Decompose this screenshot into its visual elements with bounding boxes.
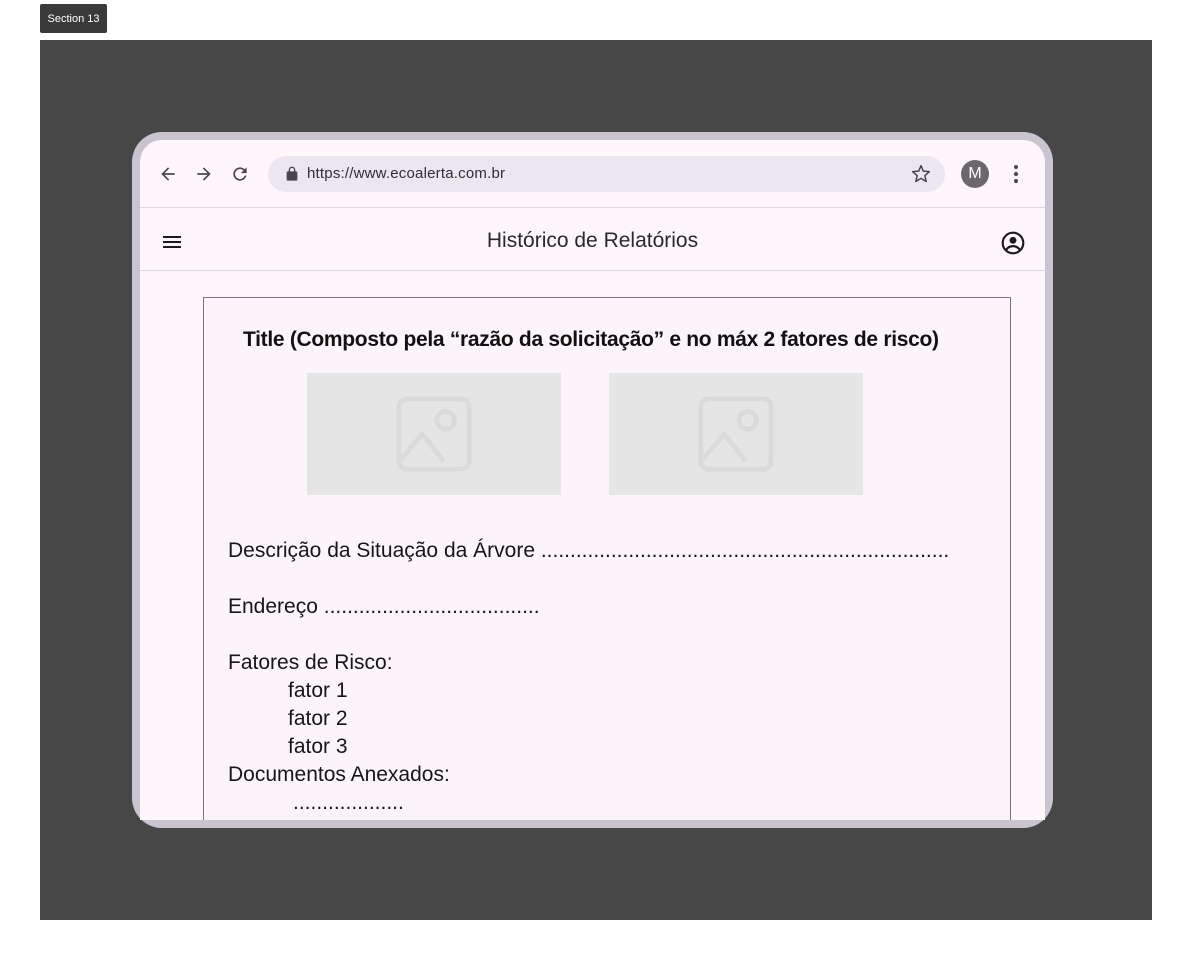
report-card: Title (Composto pela “razão da solicitaç… (203, 297, 1011, 820)
browser-toolbar: https://www.ecoalerta.com.br M (140, 140, 1045, 208)
app-top-bar: Histórico de Relatórios (140, 209, 1045, 271)
image-placeholder-icon (698, 396, 774, 472)
address-line: Endereço ...............................… (228, 595, 540, 618)
report-title: Title (Composto pela “razão da solicitaç… (243, 328, 939, 351)
forward-button[interactable] (192, 162, 216, 186)
report-image-2 (609, 373, 863, 495)
arrow-right-icon (197, 167, 211, 181)
tree-description-line: Descrição da Situação da Árvore ........… (228, 539, 950, 562)
star-icon[interactable] (911, 164, 931, 184)
arrow-left-icon (161, 167, 175, 181)
risk-factor-item: fator 3 (288, 735, 348, 758)
reload-button[interactable] (228, 162, 252, 186)
risk-factor-item: fator 1 (288, 679, 348, 702)
risk-factor-item: fator 2 (288, 707, 348, 730)
more-vert-icon[interactable] (1006, 162, 1026, 186)
browser-screen: https://www.ecoalerta.com.br M Histórico… (140, 140, 1045, 820)
back-button[interactable] (156, 162, 180, 186)
attached-documents-label: Documentos Anexados: (228, 763, 450, 786)
url-text[interactable]: https://www.ecoalerta.com.br (307, 165, 505, 182)
image-placeholder-icon (396, 396, 472, 472)
tablet-device-frame: https://www.ecoalerta.com.br M Histórico… (132, 132, 1053, 828)
address-bar[interactable]: https://www.ecoalerta.com.br (268, 156, 945, 192)
profile-avatar[interactable]: M (961, 160, 989, 188)
risk-factors-label: Fatores de Risco: (228, 651, 393, 674)
report-image-1 (307, 373, 561, 495)
attached-documents-placeholder: ................... (293, 791, 404, 814)
page-title: Histórico de Relatórios (486, 229, 699, 252)
section-label: Section 13 (40, 4, 107, 33)
account-circle-icon[interactable] (1000, 230, 1026, 256)
refresh-icon (233, 167, 247, 181)
lock-icon (286, 166, 298, 181)
